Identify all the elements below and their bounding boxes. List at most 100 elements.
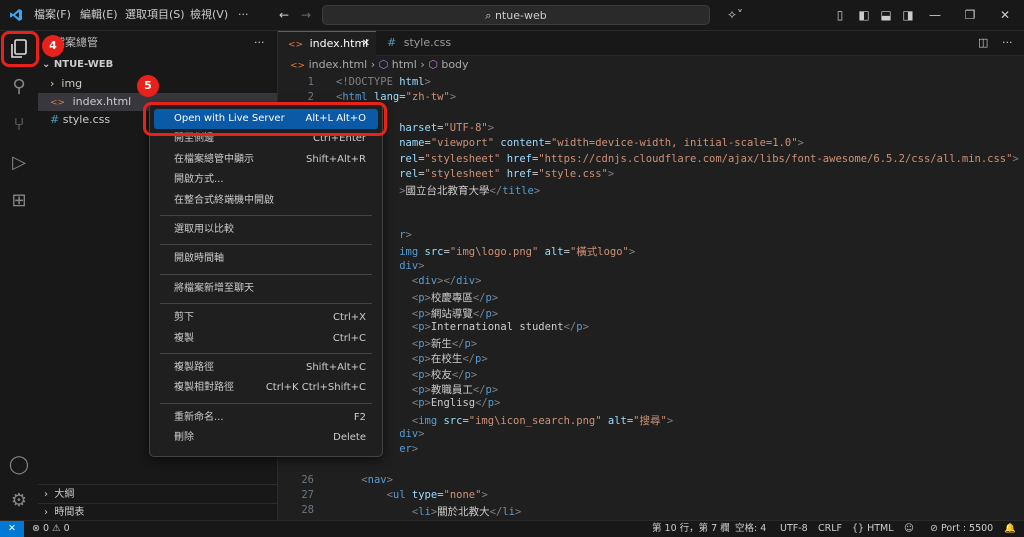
restore-icon[interactable]: ❐ xyxy=(955,0,985,30)
menu-separator xyxy=(160,215,372,216)
command-center-search[interactable]: ⌕ ntue-web xyxy=(322,5,710,25)
menu-separator xyxy=(160,244,372,245)
search-icon: ⌕ xyxy=(485,9,491,22)
chevron-right-icon: › xyxy=(44,489,54,500)
code-editor[interactable]: 1<!DOCTYPE html>2<html lang="zh-tw"> har… xyxy=(278,74,1024,520)
menu-item-shortcut: Ctrl+X xyxy=(333,308,366,328)
tree-item-img[interactable]: › img xyxy=(50,75,82,93)
extensions-icon[interactable]: ⊞ xyxy=(0,183,38,219)
copilot-status-icon[interactable]: ☺ xyxy=(904,521,914,537)
menu-item-label: 剪下 xyxy=(174,308,194,328)
menu-item-shortcut: Ctrl+K Ctrl+Shift+C xyxy=(266,378,366,398)
html-icon: <> xyxy=(290,61,305,71)
language-mode[interactable]: {} HTML xyxy=(852,521,894,537)
outline-label: 大綱 xyxy=(54,489,74,500)
menu-item-shortcut: Delete xyxy=(333,428,366,448)
tab-index-html[interactable]: <> index.html ✕ xyxy=(278,31,376,56)
layout-icon[interactable]: ▯ xyxy=(832,0,848,30)
breadcrumb-item[interactable]: html xyxy=(392,58,417,71)
context-menu-item[interactable]: 選取用以比較 xyxy=(154,220,378,240)
annotation-badge-4: 4 xyxy=(42,35,64,57)
menu-item-shortcut: F2 xyxy=(354,408,366,428)
search-text: ntue-web xyxy=(495,9,547,22)
problems-indicator[interactable]: ⊗ 0 ⚠ 0 xyxy=(32,521,70,537)
context-menu-item[interactable]: 將檔案新增至聊天 xyxy=(154,279,378,299)
forward-arrow-icon[interactable]: → xyxy=(298,0,314,30)
context-menu-item[interactable]: 在整合式終端機中開啟 xyxy=(154,191,378,211)
editor-tabs: <> index.html ✕ # style.css ◫ ··· xyxy=(278,31,1024,56)
settings-gear-icon[interactable]: ⚙ xyxy=(0,483,38,519)
editor-more-icon[interactable]: ··· xyxy=(1002,31,1018,55)
annotation-box-live-server xyxy=(143,102,387,136)
tab-style-css[interactable]: # style.css xyxy=(377,31,457,55)
context-menu-item[interactable]: 剪下 Ctrl+X xyxy=(154,308,378,328)
menu-item-label: 選取用以比較 xyxy=(174,220,234,240)
context-menu-item[interactable]: 開啟方式... xyxy=(154,170,378,190)
context-menu-item[interactable]: 複製路徑Shift+Alt+C xyxy=(154,358,378,378)
minimize-icon[interactable]: — xyxy=(920,0,950,30)
back-arrow-icon[interactable]: ← xyxy=(276,0,292,30)
encoding[interactable]: UTF-8 xyxy=(780,521,808,537)
menu-separator xyxy=(160,403,372,404)
menu-file[interactable]: 檔案(F) xyxy=(34,0,71,30)
breadcrumb: <> index.html › ⬡ html › ⬡ body xyxy=(278,56,1024,74)
menu-separator xyxy=(160,303,372,304)
toggle-secondary-sidebar-icon[interactable]: ◨ xyxy=(900,0,916,30)
menu-view[interactable]: 檢視(V) xyxy=(190,0,228,30)
tab-label: style.css xyxy=(404,36,451,49)
line-ending[interactable]: CRLF xyxy=(818,521,842,537)
chevron-right-icon: › xyxy=(50,77,61,90)
menu-selection[interactable]: 選取項目(S) xyxy=(125,0,185,30)
sidebar-more-button[interactable]: ··· xyxy=(254,34,265,52)
html-icon: <> xyxy=(288,40,303,50)
notifications-icon[interactable]: 🔔 xyxy=(1004,521,1016,537)
timeline-label: 時間表 xyxy=(54,507,84,518)
menu-more[interactable]: ··· xyxy=(238,0,249,30)
html-icon: <> xyxy=(50,98,65,108)
context-menu-item[interactable]: 重新命名...F2 xyxy=(154,408,378,428)
account-icon[interactable]: ◯ xyxy=(0,447,38,483)
toggle-sidebar-icon[interactable]: ◧ xyxy=(856,0,872,30)
run-debug-icon[interactable]: ▷ xyxy=(0,145,38,181)
split-editor-icon[interactable]: ◫ xyxy=(978,31,994,55)
live-server-port[interactable]: ⊘ Port : 5500 xyxy=(930,521,993,537)
code-line: name="viewport" content="width=device-wi… xyxy=(336,137,804,149)
copilot-icon[interactable]: ✧˅ xyxy=(724,0,746,30)
code-line: <!DOCTYPE html> xyxy=(336,76,431,88)
context-menu-item[interactable]: 刪除 Delete xyxy=(154,428,378,448)
cursor-position[interactable]: 第 10 行，第 7 欄 xyxy=(652,521,730,537)
line-number: 28 xyxy=(278,504,314,516)
close-window-icon[interactable]: ✕ xyxy=(990,0,1020,30)
remote-indicator[interactable]: ✕ xyxy=(0,521,24,537)
menu-item-label: 複製相對路徑 xyxy=(174,378,234,398)
vscode-logo-icon xyxy=(6,0,26,30)
tree-item-style-css[interactable]: # style.css xyxy=(50,111,110,129)
tab-close-icon[interactable]: ✕ xyxy=(362,32,370,56)
menu-item-label: 在檔案總管中顯示 xyxy=(174,150,254,170)
source-control-icon[interactable]: ⑂ xyxy=(0,107,38,143)
code-line: <img src="img\icon_search.png" alt="搜尋"> xyxy=(336,413,673,428)
context-menu-item[interactable]: 開啟時間軸 xyxy=(154,249,378,269)
context-menu-item[interactable]: 複製相對路徑 Ctrl+K Ctrl+Shift+C xyxy=(154,378,378,398)
chevron-right-icon: › xyxy=(371,58,379,71)
element-icon: ⬡ xyxy=(428,58,438,71)
indentation[interactable]: 空格: 4 xyxy=(735,521,766,537)
menu-edit[interactable]: 編輯(E) xyxy=(80,0,118,30)
menu-item-label: 刪除 xyxy=(174,428,194,448)
context-menu: Open with Live ServerAlt+L Alt+O開至側邊Ctrl… xyxy=(149,103,383,457)
context-menu-item[interactable]: 在檔案總管中顯示Shift+Alt+R xyxy=(154,150,378,170)
css-icon: # xyxy=(50,113,63,126)
workspace-folder[interactable]: ⌄ NTUE-WEB xyxy=(42,56,113,74)
breadcrumb-item[interactable]: index.html xyxy=(309,58,368,71)
outline-section[interactable]: › 大綱 xyxy=(44,486,74,504)
breadcrumb-item[interactable]: body xyxy=(441,58,468,71)
menu-item-label: 在整合式終端機中開啟 xyxy=(174,191,274,211)
toggle-panel-icon[interactable]: ⬓ xyxy=(878,0,894,30)
annotation-box-explorer xyxy=(1,31,39,67)
annotation-badge-5: 5 xyxy=(137,75,159,97)
context-menu-item[interactable]: 複製Ctrl+C xyxy=(154,329,378,349)
title-bar: 檔案(F) 編輯(E) 選取項目(S) 檢視(V) ··· ← → ⌕ ntue… xyxy=(0,0,1024,31)
menu-separator xyxy=(160,353,372,354)
line-number: 1 xyxy=(278,76,314,88)
search-view-icon[interactable]: ⚲ xyxy=(0,69,38,105)
